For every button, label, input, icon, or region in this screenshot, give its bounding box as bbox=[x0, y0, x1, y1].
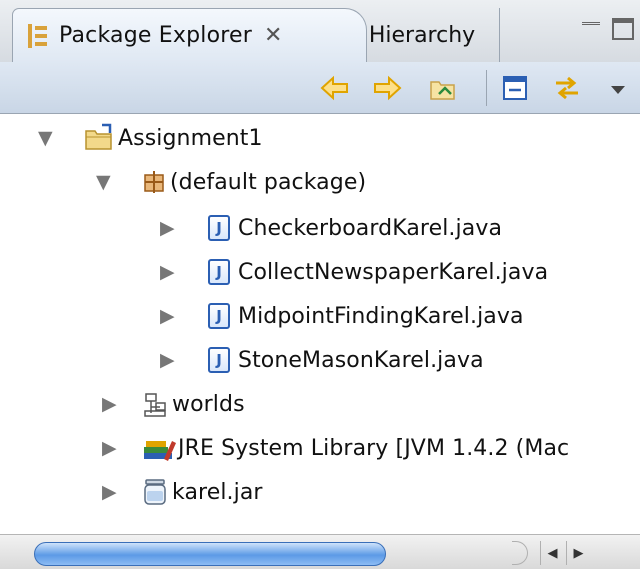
tab-package-explorer[interactable]: Package Explorer ✕ bbox=[12, 8, 367, 62]
view-toolbar bbox=[0, 62, 640, 114]
link-with-editor-icon[interactable] bbox=[552, 74, 582, 102]
minimize-icon[interactable] bbox=[582, 22, 600, 35]
expanded-triangle-icon[interactable]: ▼ bbox=[96, 162, 111, 202]
tab-label: Hierarchy bbox=[368, 22, 476, 48]
tree-item-default-package[interactable]: (default package) bbox=[142, 162, 366, 202]
tree-item-java-file[interactable]: J CollectNewspaperKarel.java bbox=[208, 252, 548, 292]
package-explorer-icon bbox=[28, 23, 47, 48]
package-name: (default package) bbox=[170, 169, 367, 195]
maximize-icon[interactable] bbox=[612, 18, 634, 40]
java-file-icon: J bbox=[208, 215, 230, 241]
java-file-icon: J bbox=[208, 347, 230, 373]
close-icon[interactable]: ✕ bbox=[264, 23, 282, 48]
file-name: MidpointFindingKarel.java bbox=[238, 303, 524, 329]
folder-tree-icon bbox=[144, 393, 166, 417]
scroll-left-arrow-icon[interactable]: ◀ bbox=[540, 541, 564, 565]
folder-name: worlds bbox=[172, 391, 245, 417]
expanded-triangle-icon[interactable]: ▼ bbox=[38, 118, 53, 158]
tree-item-project[interactable]: Assignment1 bbox=[84, 118, 263, 158]
file-name: CollectNewspaperKarel.java bbox=[238, 259, 549, 285]
java-file-icon: J bbox=[208, 303, 230, 329]
back-arrow-icon[interactable] bbox=[320, 74, 350, 102]
package-tree: ▼ Assignment1 ▼ (default package) ▶ J Ch… bbox=[0, 114, 640, 534]
tab-label: Package Explorer bbox=[59, 23, 252, 48]
collapse-all-icon[interactable] bbox=[500, 74, 530, 102]
collapsed-triangle-icon[interactable]: ▶ bbox=[160, 340, 175, 380]
jar-name: karel.jar bbox=[172, 479, 263, 505]
tree-item-jar-file[interactable]: karel.jar bbox=[142, 472, 263, 512]
collapsed-triangle-icon[interactable]: ▶ bbox=[160, 252, 175, 292]
tab-hierarchy[interactable]: Hierarchy bbox=[345, 8, 500, 62]
java-file-icon: J bbox=[208, 259, 230, 285]
view-tab-bar: Package Explorer ✕ Hierarchy bbox=[0, 0, 640, 62]
toolbar-separator bbox=[486, 70, 487, 106]
scrollbar-thumb[interactable] bbox=[34, 542, 386, 566]
scrollbar-track-end bbox=[512, 541, 528, 565]
package-explorer-view: Package Explorer ✕ Hierarchy ▼ Assignmen… bbox=[0, 0, 640, 569]
horizontal-scrollbar[interactable]: ◀ ▶ bbox=[0, 534, 640, 569]
collapsed-triangle-icon[interactable]: ▶ bbox=[160, 208, 175, 248]
tree-item-java-file[interactable]: J StoneMasonKarel.java bbox=[208, 340, 484, 380]
scroll-right-arrow-icon[interactable]: ▶ bbox=[566, 541, 590, 565]
tree-item-java-file[interactable]: J MidpointFindingKarel.java bbox=[208, 296, 524, 336]
project-name: Assignment1 bbox=[118, 125, 263, 151]
package-icon bbox=[144, 171, 164, 193]
project-folder-icon bbox=[85, 123, 112, 150]
tree-item-jre-library[interactable]: JRE System Library [JVM 1.4.2 (Mac bbox=[142, 428, 569, 468]
tree-item-worlds-folder[interactable]: worlds bbox=[142, 384, 245, 424]
library-books-icon bbox=[144, 441, 176, 461]
library-name: JRE System Library [JVM 1.4.2 (Mac bbox=[178, 435, 570, 461]
view-menu-icon[interactable] bbox=[606, 74, 630, 102]
collapsed-triangle-icon[interactable]: ▶ bbox=[160, 296, 175, 336]
jar-icon bbox=[144, 479, 166, 505]
forward-arrow-icon[interactable] bbox=[372, 74, 402, 102]
collapsed-triangle-icon[interactable]: ▶ bbox=[102, 472, 117, 512]
tree-item-java-file[interactable]: J CheckerboardKarel.java bbox=[208, 208, 502, 248]
file-name: StoneMasonKarel.java bbox=[238, 347, 484, 373]
up-folder-icon[interactable] bbox=[428, 74, 458, 102]
collapsed-triangle-icon[interactable]: ▶ bbox=[102, 384, 117, 424]
file-name: CheckerboardKarel.java bbox=[238, 215, 503, 241]
collapsed-triangle-icon[interactable]: ▶ bbox=[102, 428, 117, 468]
